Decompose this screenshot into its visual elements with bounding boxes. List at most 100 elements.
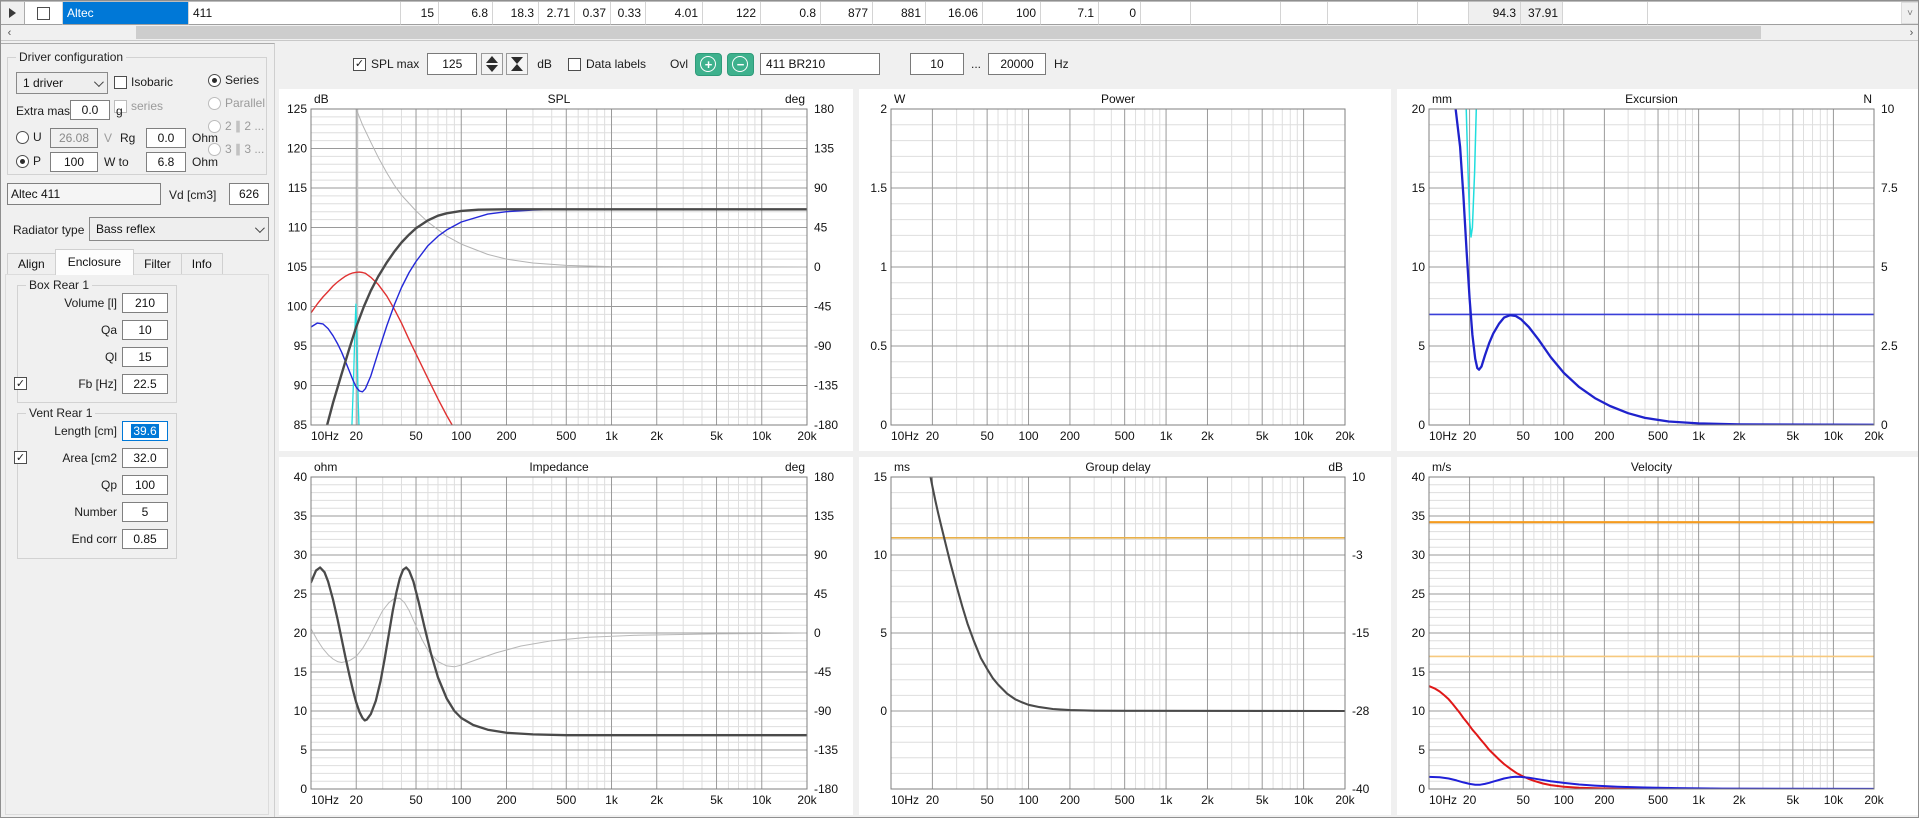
overlay-add-button[interactable]: +	[694, 52, 722, 76]
grid-cell[interactable]	[1648, 2, 1918, 25]
overlay-name-field[interactable]: 411 BR210	[759, 53, 880, 75]
box-field[interactable]: 15	[122, 347, 168, 367]
grid-cell[interactable]: 37.91	[1521, 2, 1563, 25]
grid-cell[interactable]: 0.8	[761, 2, 821, 25]
grid-cell[interactable]: 881	[873, 2, 926, 25]
freq-min-field[interactable]: 10	[909, 53, 964, 75]
grid-cell[interactable]: 0.33	[611, 2, 646, 25]
scroll-left-button[interactable]: ‹	[1, 25, 18, 40]
vent-field[interactable]: 39.6	[122, 421, 168, 441]
grid-cell[interactable]	[1418, 2, 1469, 25]
x-axis-tick: 200	[496, 429, 516, 443]
x-axis-tick: 200	[496, 793, 516, 807]
box-checkbox[interactable]	[14, 377, 27, 390]
grid-cell[interactable]	[1563, 2, 1648, 25]
tab-filter[interactable]: Filter	[133, 253, 182, 275]
grid-cell[interactable]: 16.06	[926, 2, 983, 25]
spl-max-spinner[interactable]	[481, 53, 504, 75]
y-axis-unit: ms	[894, 460, 910, 474]
driver-count-select[interactable]: 1 driver	[16, 72, 108, 94]
driver-name-field[interactable]: Altec 411	[7, 183, 161, 205]
isobaric-checkbox[interactable]	[114, 75, 127, 89]
x-axis-tick: 20	[350, 429, 364, 443]
spin-down-icon[interactable]	[486, 65, 499, 72]
box-rear-group: Box Rear 1 Volume [l] 210 Qa 10 Ql 15 Fb [Hz] 2…	[14, 278, 177, 403]
y-axis-tick: 0	[1418, 782, 1425, 796]
x-axis-tick: 20k	[797, 429, 817, 443]
grid-cell[interactable]: 0.37	[575, 2, 611, 25]
grid-cell[interactable]	[1328, 2, 1418, 25]
grid-cell[interactable]: 7.1	[1041, 2, 1099, 25]
grid-cell[interactable]	[1281, 2, 1328, 25]
tab-align[interactable]: Align	[7, 253, 56, 275]
grid-cell[interactable]: 15	[401, 2, 439, 25]
radiator-type-select[interactable]: Bass reflex	[89, 217, 269, 241]
y2-axis-tick: -45	[814, 665, 832, 679]
overlay-remove-button[interactable]: −	[726, 52, 754, 76]
vent-checkbox[interactable]	[14, 451, 27, 464]
x-axis-tick: 10Hz	[1429, 429, 1457, 443]
y-axis-tick: 5	[880, 626, 887, 640]
grid-cell[interactable]: 0	[1099, 2, 1141, 25]
y-axis-tick: 0	[880, 704, 887, 718]
data-labels-label: Data labels	[585, 57, 646, 71]
power-field[interactable]: 100	[50, 152, 98, 172]
row-checkbox[interactable]	[37, 6, 50, 20]
y-axis-tick: 35	[1412, 509, 1426, 523]
power-ohm-field[interactable]: 6.8	[146, 152, 186, 172]
series-radio[interactable]	[208, 73, 221, 87]
x-axis-tick: 200	[1060, 793, 1080, 807]
scrollbar-thumb[interactable]	[136, 26, 1761, 39]
box-field[interactable]: 22.5	[122, 374, 168, 394]
driver-table-row[interactable]: Altec 411 15 6.8 18.3 2.71 0.37 0.33 4.01 122 0.8 8…	[1, 1, 1918, 25]
extra-mass-field[interactable]: 0.0	[70, 100, 110, 120]
spl-max-field[interactable]: 125	[427, 53, 478, 75]
y-axis-tick: 15	[874, 470, 888, 484]
grid-cell[interactable]: 411	[189, 2, 401, 25]
spin-up-icon[interactable]	[486, 56, 499, 63]
row-checkbox-cell[interactable]	[25, 2, 63, 25]
overlay-label: Ovl	[669, 57, 688, 71]
grid-cell[interactable]: 877	[821, 2, 873, 25]
box-field[interactable]: 210	[122, 293, 168, 313]
grid-cell[interactable]: 2.71	[539, 2, 575, 25]
voltage-radio[interactable]	[16, 130, 29, 144]
vent-field[interactable]: 5	[122, 502, 168, 522]
radiator-type-value: Bass reflex	[96, 222, 156, 236]
vent-field[interactable]: 32.0	[122, 448, 168, 468]
scroll-right-button[interactable]: ›	[1903, 25, 1918, 40]
x-axis-tick: 50	[409, 429, 423, 443]
tab-info[interactable]: Info	[180, 253, 223, 275]
grid-cell[interactable]	[1141, 2, 1191, 25]
grid-cell[interactable]: 94.3	[1469, 2, 1521, 25]
grid-cell[interactable]: 100	[983, 2, 1041, 25]
grid-cell[interactable]: 6.8	[439, 2, 493, 25]
rg-label: Rg	[120, 131, 136, 145]
grid-cell[interactable]: 18.3	[493, 2, 539, 25]
rg-field[interactable]: 0.0	[146, 128, 186, 148]
y-axis-tick: 10	[874, 548, 888, 562]
x-axis-tick: 10Hz	[1429, 793, 1457, 807]
driver-count-value: 1 driver	[23, 76, 64, 90]
grid-cell[interactable]: Altec	[63, 2, 189, 25]
row-marker-cell[interactable]	[1, 2, 25, 25]
spl-max-checkbox[interactable]	[353, 57, 366, 71]
y2-axis-tick: 45	[814, 587, 828, 601]
vent-field[interactable]: 0.85	[122, 529, 168, 549]
vent-field[interactable]: 100	[122, 475, 168, 495]
auto-fit-button[interactable]	[506, 53, 529, 75]
vd-field[interactable]: 626	[229, 183, 269, 205]
tab-enclosure[interactable]: Enclosure	[54, 249, 135, 275]
grid-vertical-scroll-button[interactable]: ˅	[1901, 2, 1918, 24]
grid-cell[interactable]	[1191, 2, 1281, 25]
power-radio[interactable]	[16, 154, 29, 168]
parallel-radio[interactable]	[208, 96, 221, 110]
freq-max-field[interactable]: 20000	[988, 53, 1046, 75]
data-labels-checkbox[interactable]	[567, 57, 581, 71]
box-field[interactable]: 10	[122, 320, 168, 340]
grid-cell[interactable]: 4.01	[646, 2, 703, 25]
grid-cell[interactable]: 122	[703, 2, 761, 25]
horizontal-scrollbar[interactable]: ‹ ›	[1, 25, 1918, 41]
chart-title: Power	[1101, 92, 1135, 106]
chart-group-delay: 15105010-3-15-28-4010Hz 20 50 100 200 500 1k 2k…	[874, 460, 1370, 807]
